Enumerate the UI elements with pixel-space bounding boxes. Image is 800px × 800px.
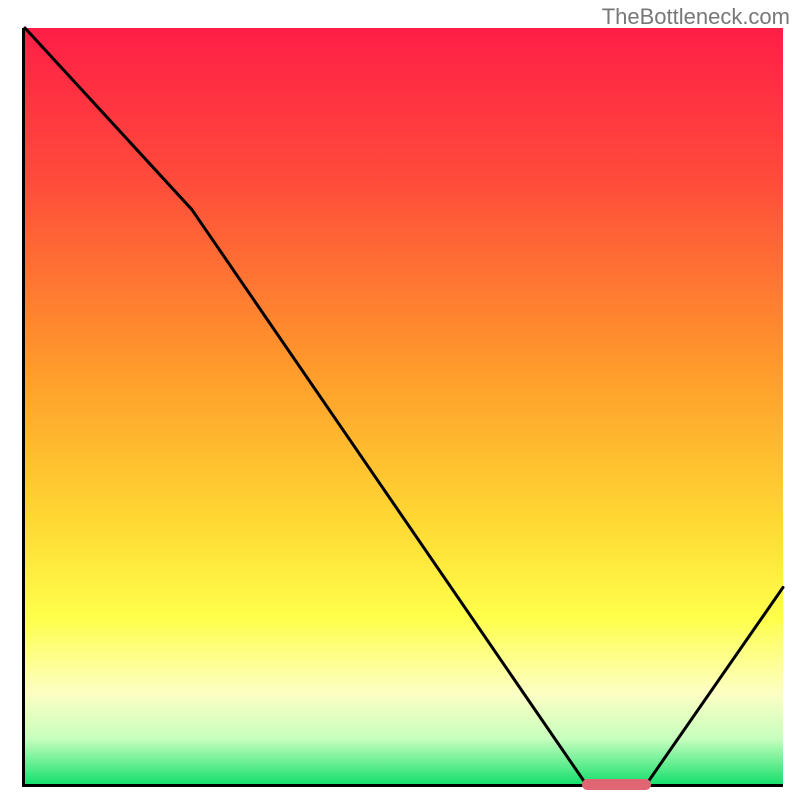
bottleneck-chart: TheBottleneck.com (0, 0, 800, 800)
watermark-text: TheBottleneck.com (602, 4, 790, 30)
plot-area (22, 28, 783, 787)
optimal-range-marker (582, 779, 651, 790)
bottleneck-curve (25, 28, 783, 784)
